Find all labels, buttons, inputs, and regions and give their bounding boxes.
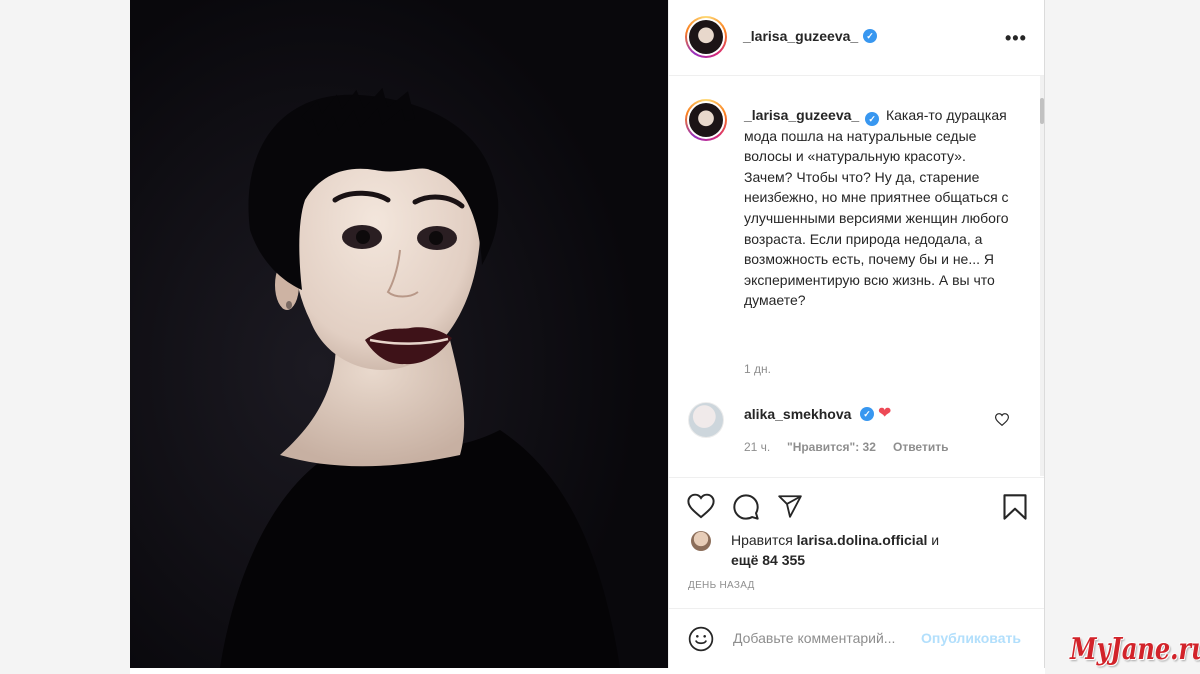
watermark-logo: MyJane.ru (1070, 632, 1200, 667)
comments-section[interactable]: _larisa_guzeeva_ ✓ Какая-то дурацкая мод… (669, 76, 1044, 478)
likes-prefix: Нравится (731, 532, 793, 548)
scrollbar-track[interactable] (1040, 76, 1044, 476)
post-header: _larisa_guzeeva_ ✓ ••• (669, 0, 1044, 76)
caption-author-username[interactable]: _larisa_guzeeva_ (744, 107, 859, 123)
scrollbar-thumb[interactable] (1040, 98, 1044, 124)
post-actions: Нравится larisa.dolina.official и ещё 84… (669, 478, 1044, 608)
post-photo[interactable] (130, 0, 668, 668)
likes-others-count[interactable]: ещё 84 355 (731, 552, 805, 568)
likes-summary: Нравится larisa.dolina.official и ещё 84… (731, 530, 1001, 570)
liker-avatar[interactable] (691, 531, 711, 551)
comment-text-heart: ❤ (878, 405, 892, 422)
liker-username[interactable]: larisa.dolina.official (797, 532, 928, 548)
comment-like-heart-icon[interactable] (995, 413, 1009, 426)
share-paper-plane-icon[interactable] (777, 493, 803, 519)
likes-and: и (931, 532, 940, 548)
comment-timestamp[interactable]: 21 ч. (744, 440, 770, 454)
reply-label[interactable]: Ответить (893, 440, 948, 454)
portrait-image (130, 0, 668, 668)
publish-button[interactable]: Опубликовать (921, 630, 1021, 646)
post-date[interactable]: День назад (688, 580, 755, 591)
verified-badge-icon: ✓ (865, 112, 880, 126)
post-caption: _larisa_guzeeva_ ✓ Какая-то дурацкая мод… (744, 105, 1009, 311)
more-options-icon[interactable]: ••• (1005, 28, 1027, 49)
verified-badge-icon: ✓ (860, 407, 874, 421)
comment-likes-count[interactable]: "Нравится": 32 (787, 440, 876, 454)
add-comment-bar: Добавьте комментарий... Опубликовать (669, 608, 1044, 668)
page-background-left (0, 0, 130, 674)
like-heart-icon[interactable] (687, 493, 715, 519)
emoji-smiley-icon[interactable] (688, 626, 714, 652)
page-background-right (1045, 0, 1200, 674)
caption-timestamp[interactable]: 1 дн. (744, 362, 771, 376)
author-username[interactable]: _larisa_guzeeva_ (743, 28, 858, 44)
verified-badge-icon: ✓ (863, 29, 877, 43)
comment-bubble-icon[interactable] (732, 493, 760, 521)
caption-text: Какая-то дурацкая мода пошла на натураль… (744, 107, 1009, 309)
author-avatar[interactable] (685, 16, 727, 58)
save-bookmark-icon[interactable] (1002, 493, 1028, 521)
comment-likes-text[interactable]: "Нравится": 32 (787, 440, 876, 454)
comment-input[interactable]: Добавьте комментарий... (733, 630, 895, 646)
commenter-avatar[interactable] (688, 402, 724, 438)
post-detail-panel: _larisa_guzeeva_ ✓ ••• _larisa_guzeeva_ … (668, 0, 1045, 668)
comment-reply-button[interactable]: Ответить (893, 440, 948, 454)
caption-author-avatar[interactable] (685, 99, 727, 141)
commenter-username[interactable]: alika_smekhova (744, 406, 851, 422)
